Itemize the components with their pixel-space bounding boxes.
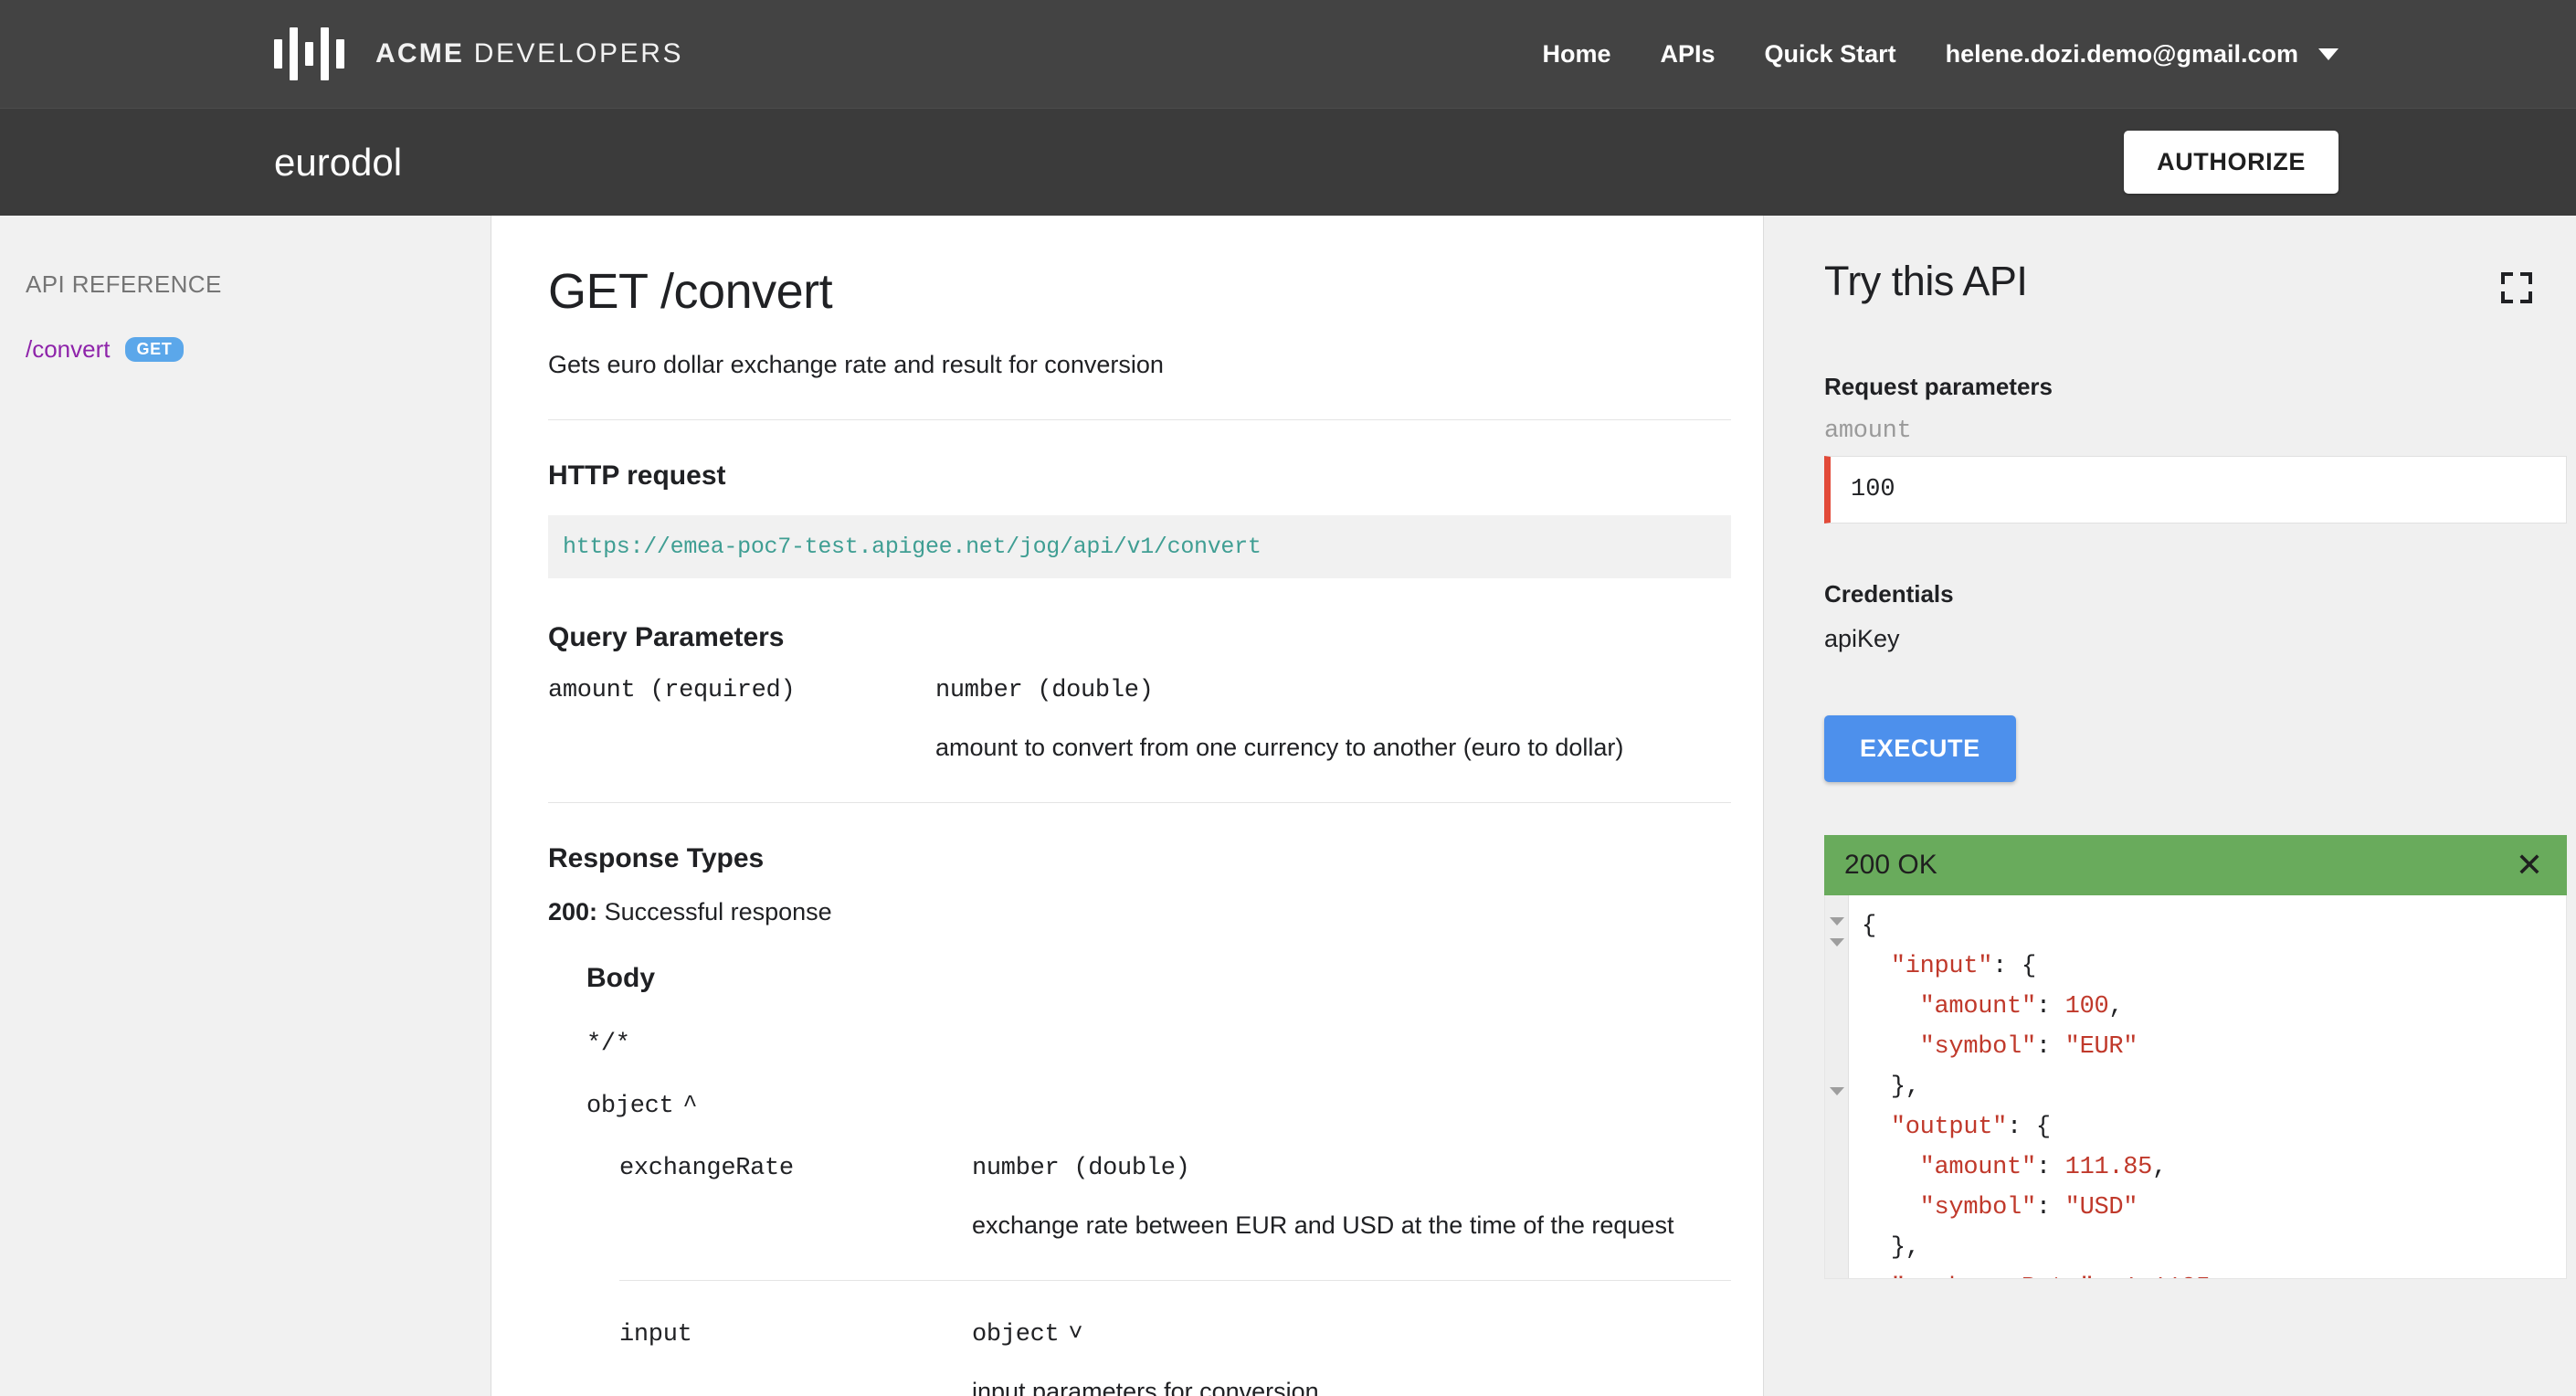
response-field-row: exchangeRate number (double) exchange ra… <box>619 1155 1731 1280</box>
page-title: eurodol <box>274 140 403 184</box>
brand-logo[interactable]: ACME DEVELOPERS <box>274 26 683 82</box>
brand-wordmark: ACME DEVELOPERS <box>375 38 683 69</box>
json-line: "amount": 100, <box>1919 993 2124 1021</box>
sidebar-heading: API REFERENCE <box>26 270 222 298</box>
nav-item-apis[interactable]: APIs <box>1661 40 1716 69</box>
response-field-type: number (double) <box>972 1155 1731 1182</box>
json-line: "symbol": "USD" <box>1919 1194 2138 1222</box>
section-title-query-parameters: Query Parameters <box>548 622 785 652</box>
fullscreen-expand-icon[interactable] <box>2501 272 2532 303</box>
response-field-description: input parameters for conversion <box>972 1378 1319 1396</box>
request-url: https://emea-poc7-test.apigee.net/jog/ap… <box>563 534 1262 560</box>
response-root-type: object <box>586 1093 674 1120</box>
chevron-up-icon: ^ <box>682 1093 698 1120</box>
response-body-label: Body <box>586 963 655 993</box>
endpoint-title: GET /convert <box>548 264 833 319</box>
response-status-line: 200: Successful response <box>548 898 1731 926</box>
chevron-down-icon <box>2318 48 2338 60</box>
close-icon[interactable]: ✕ <box>2516 849 2543 882</box>
user-account-menu[interactable]: helene.dozi.demo@gmail.com <box>1946 40 2338 69</box>
amount-input[interactable] <box>1831 457 2566 523</box>
sidebar-item-label: /convert <box>26 335 111 363</box>
try-this-api-panel: Try this API Request parameters amount C… <box>1763 216 2576 1396</box>
json-line: "input": { <box>1890 953 2036 980</box>
try-panel-title: Try this API <box>1824 258 2028 304</box>
query-param-name: amount (required) <box>548 677 796 704</box>
response-field-type-toggle[interactable]: object ˅ <box>972 1321 1731 1348</box>
json-fold-toggle-root[interactable] <box>1829 917 1844 925</box>
user-email-label: helene.dozi.demo@gmail.com <box>1945 39 2298 68</box>
sidebar: API REFERENCE /convert GET <box>0 216 491 1396</box>
json-fold-toggle-output[interactable] <box>1829 1087 1844 1095</box>
chevron-down-icon: ˅ <box>1068 1321 1083 1348</box>
acme-waveform-logo-icon <box>274 26 344 82</box>
authorize-button[interactable]: AUTHORIZE <box>2124 131 2338 194</box>
json-response-body: { "input": { "amount": 100, "symbol": "E… <box>1849 895 2566 1278</box>
page-body: API REFERENCE /convert GET GET /convert … <box>0 216 2576 1396</box>
response-status-code: 200: <box>548 898 598 925</box>
credentials-value: apiKey <box>1824 625 1900 652</box>
brand-name-bold: ACME <box>375 38 465 69</box>
execute-button[interactable]: EXECUTE <box>1824 715 2016 782</box>
request-url-box: https://emea-poc7-test.apigee.net/jog/ap… <box>548 515 1731 578</box>
json-line: "output": { <box>1890 1114 2051 1141</box>
response-container: 200 OK ✕ { "input": { "amount": 100, "sy… <box>1824 835 2576 1279</box>
divider <box>548 802 1731 803</box>
response-status-bar: 200 OK ✕ <box>1824 835 2567 895</box>
response-status-text: Successful response <box>604 898 832 925</box>
amount-input-wrapper[interactable] <box>1824 456 2567 524</box>
nav-item-home[interactable]: Home <box>1543 40 1611 69</box>
primary-nav: Home APIs Quick Start helene.dozi.demo@g… <box>1543 40 2338 69</box>
json-line: "symbol": "EUR" <box>1919 1033 2138 1061</box>
json-fold-gutter <box>1825 895 1849 1278</box>
query-param-type: number (double) <box>935 677 1154 704</box>
brand-name-light: DEVELOPERS <box>473 38 684 69</box>
section-title-response-types: Response Types <box>548 843 765 873</box>
json-line: "exchangeRate": 1.1185 <box>1862 1268 2566 1278</box>
endpoint-description: Gets euro dollar exchange rate and resul… <box>548 351 1164 378</box>
json-line: }, <box>1890 1073 1920 1101</box>
query-param-row: amount (required) number (double) amount… <box>548 677 1731 802</box>
json-line: }, <box>1890 1234 1920 1262</box>
sidebar-item-convert[interactable]: /convert GET <box>26 335 491 364</box>
response-field-name: input <box>619 1321 692 1348</box>
method-badge-get: GET <box>124 337 185 362</box>
response-field-description: exchange rate between EUR and USD at the… <box>972 1211 1674 1239</box>
response-field-name: exchangeRate <box>619 1155 794 1182</box>
json-fold-toggle-input[interactable] <box>1829 938 1844 947</box>
json-line: "amount": 111.85, <box>1919 1154 2168 1181</box>
section-title-http-request: HTTP request <box>548 460 726 491</box>
json-line: { <box>1862 913 1876 940</box>
top-navigation-bar: ACME DEVELOPERS Home APIs Quick Start he… <box>0 0 2576 108</box>
response-mime-type: */* <box>586 1031 630 1058</box>
request-parameters-label: Request parameters <box>1824 373 2053 400</box>
response-field-type-label: number (double) <box>972 1155 1190 1182</box>
try-panel-body: Request parameters amount Credentials ap… <box>1764 373 2576 1279</box>
response-field-type-label: object <box>972 1321 1060 1348</box>
amount-field-label: amount <box>1824 418 1912 445</box>
try-panel-header: Try this API <box>1764 258 2576 305</box>
response-fields: exchangeRate number (double) exchange ra… <box>619 1155 1731 1396</box>
credentials-label: Credentials <box>1824 580 1954 608</box>
response-root-type-toggle[interactable]: object ^ <box>586 1093 1731 1120</box>
response-status-badge: 200 OK <box>1844 850 1937 880</box>
json-response-viewer[interactable]: { "input": { "amount": 100, "symbol": "E… <box>1824 895 2567 1279</box>
response-field-row: input object ˅ input parameters for conve… <box>619 1281 1731 1396</box>
api-sub-header: eurodol AUTHORIZE <box>0 108 2576 216</box>
documentation-panel: GET /convert Gets euro dollar exchange r… <box>491 216 1763 1396</box>
divider <box>548 419 1731 420</box>
nav-item-quick-start[interactable]: Quick Start <box>1765 40 1896 69</box>
query-param-description: amount to convert from one currency to a… <box>935 734 1624 761</box>
